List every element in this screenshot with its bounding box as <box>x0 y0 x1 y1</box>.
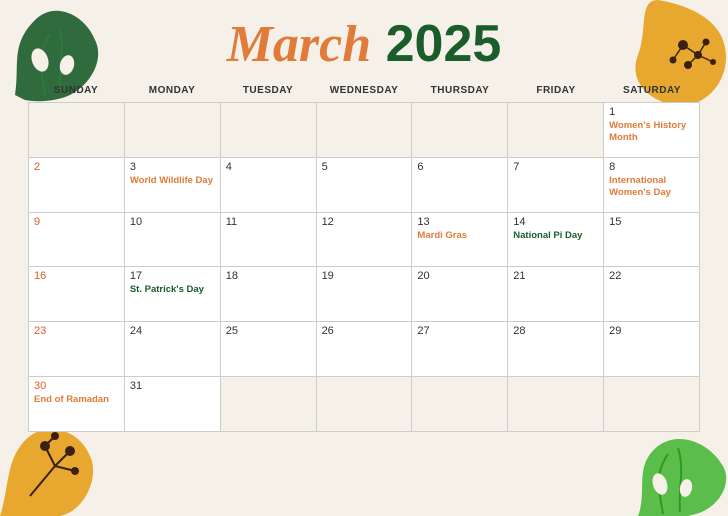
day-header-wed: WEDNESDAY <box>316 81 412 100</box>
cal-cell: 17 St. Patrick's Day <box>125 267 221 322</box>
calendar-grid: 1 Women's History Month 23 World Wildlife D… <box>28 102 700 432</box>
cal-cell: 22 <box>604 267 700 322</box>
cal-cell: 27 <box>412 322 508 377</box>
cal-cell <box>604 377 700 432</box>
cell-date: 24 <box>130 325 215 337</box>
event-label: St. Patrick's Day <box>130 284 215 296</box>
cal-cell: 4 <box>221 158 317 213</box>
cal-cell: 12 <box>317 213 413 268</box>
cal-cell: 2 <box>29 158 125 213</box>
cal-cell <box>317 103 413 158</box>
cal-cell: 24 <box>125 322 221 377</box>
cell-date: 29 <box>609 325 694 337</box>
cal-cell: 13 Mardi Gras <box>412 213 508 268</box>
cell-date: 25 <box>226 325 311 337</box>
calendar-container: March 2025 SUNDAY MONDAY TUESDAY WEDNESD… <box>0 0 728 516</box>
cal-cell: 15 <box>604 213 700 268</box>
calendar-grid-wrap: SUNDAY MONDAY TUESDAY WEDNESDAY THURSDAY… <box>0 81 728 432</box>
cell-date: 10 <box>130 216 215 228</box>
cal-cell: 3 World Wildlife Day <box>125 158 221 213</box>
cell-date: 30 <box>34 380 119 392</box>
cal-cell <box>508 377 604 432</box>
cell-date: 23 <box>34 325 119 337</box>
cell-date: 22 <box>609 270 694 282</box>
cal-cell: 8 International Women's Day <box>604 158 700 213</box>
cal-cell: 30 End of Ramadan <box>29 377 125 432</box>
cal-cell <box>412 377 508 432</box>
cal-cell: 25 <box>221 322 317 377</box>
cal-cell: 9 <box>29 213 125 268</box>
cell-date: 7 <box>513 161 598 173</box>
cell-date: 9 <box>34 216 119 228</box>
day-header-tue: TUESDAY <box>220 81 316 100</box>
cal-cell <box>221 377 317 432</box>
cell-date: 21 <box>513 270 598 282</box>
cell-date: 11 <box>226 216 311 228</box>
cal-cell: 26 <box>317 322 413 377</box>
day-headers: SUNDAY MONDAY TUESDAY WEDNESDAY THURSDAY… <box>28 81 700 100</box>
event-label: World Wildlife Day <box>130 175 215 187</box>
cell-date: 12 <box>322 216 407 228</box>
cal-cell: 23 <box>29 322 125 377</box>
cal-cell: 20 <box>412 267 508 322</box>
cell-date: 14 <box>513 216 598 228</box>
cal-cell: 6 <box>412 158 508 213</box>
cell-date: 5 <box>322 161 407 173</box>
cal-cell: 28 <box>508 322 604 377</box>
cell-date: 1 <box>609 106 694 118</box>
cal-cell: 16 <box>29 267 125 322</box>
calendar-header: March 2025 <box>0 0 728 81</box>
cal-cell <box>221 103 317 158</box>
event-label: National Pi Day <box>513 230 598 242</box>
cell-date: 6 <box>417 161 502 173</box>
cal-cell: 19 <box>317 267 413 322</box>
cell-date: 27 <box>417 325 502 337</box>
cal-cell: 31 <box>125 377 221 432</box>
cal-cell: 18 <box>221 267 317 322</box>
day-header-sun: SUNDAY <box>28 81 124 100</box>
cal-cell: 11 <box>221 213 317 268</box>
cal-cell: 7 <box>508 158 604 213</box>
cal-cell <box>412 103 508 158</box>
cell-date: 20 <box>417 270 502 282</box>
cell-date: 2 <box>34 161 119 173</box>
cell-date: 8 <box>609 161 694 173</box>
cal-cell <box>508 103 604 158</box>
event-label: End of Ramadan <box>34 394 119 406</box>
event-label: Women's History Month <box>609 120 694 145</box>
cal-cell: 29 <box>604 322 700 377</box>
cell-date: 16 <box>34 270 119 282</box>
cal-cell: 21 <box>508 267 604 322</box>
year-label: 2025 <box>386 15 502 73</box>
month-label: March <box>227 16 371 73</box>
day-header-sat: SATURDAY <box>604 81 700 100</box>
cell-date: 31 <box>130 380 215 392</box>
header-title: March 2025 <box>0 18 728 71</box>
cell-date: 26 <box>322 325 407 337</box>
day-header-fri: FRIDAY <box>508 81 604 100</box>
event-label: International Women's Day <box>609 175 694 200</box>
cal-cell <box>125 103 221 158</box>
cell-date: 18 <box>226 270 311 282</box>
cal-cell <box>29 103 125 158</box>
cal-cell: 10 <box>125 213 221 268</box>
cell-date: 4 <box>226 161 311 173</box>
cal-cell: 5 <box>317 158 413 213</box>
day-header-mon: MONDAY <box>124 81 220 100</box>
cell-date: 3 <box>130 161 215 173</box>
deco-bottom-right-leaf <box>618 426 728 516</box>
cal-cell: 14 National Pi Day <box>508 213 604 268</box>
cell-date: 15 <box>609 216 694 228</box>
cal-cell: 1 Women's History Month <box>604 103 700 158</box>
cell-date: 28 <box>513 325 598 337</box>
cell-date: 19 <box>322 270 407 282</box>
cal-cell <box>317 377 413 432</box>
cell-date: 17 <box>130 270 215 282</box>
day-header-thu: THURSDAY <box>412 81 508 100</box>
cell-date: 13 <box>417 216 502 228</box>
event-label: Mardi Gras <box>417 230 502 242</box>
